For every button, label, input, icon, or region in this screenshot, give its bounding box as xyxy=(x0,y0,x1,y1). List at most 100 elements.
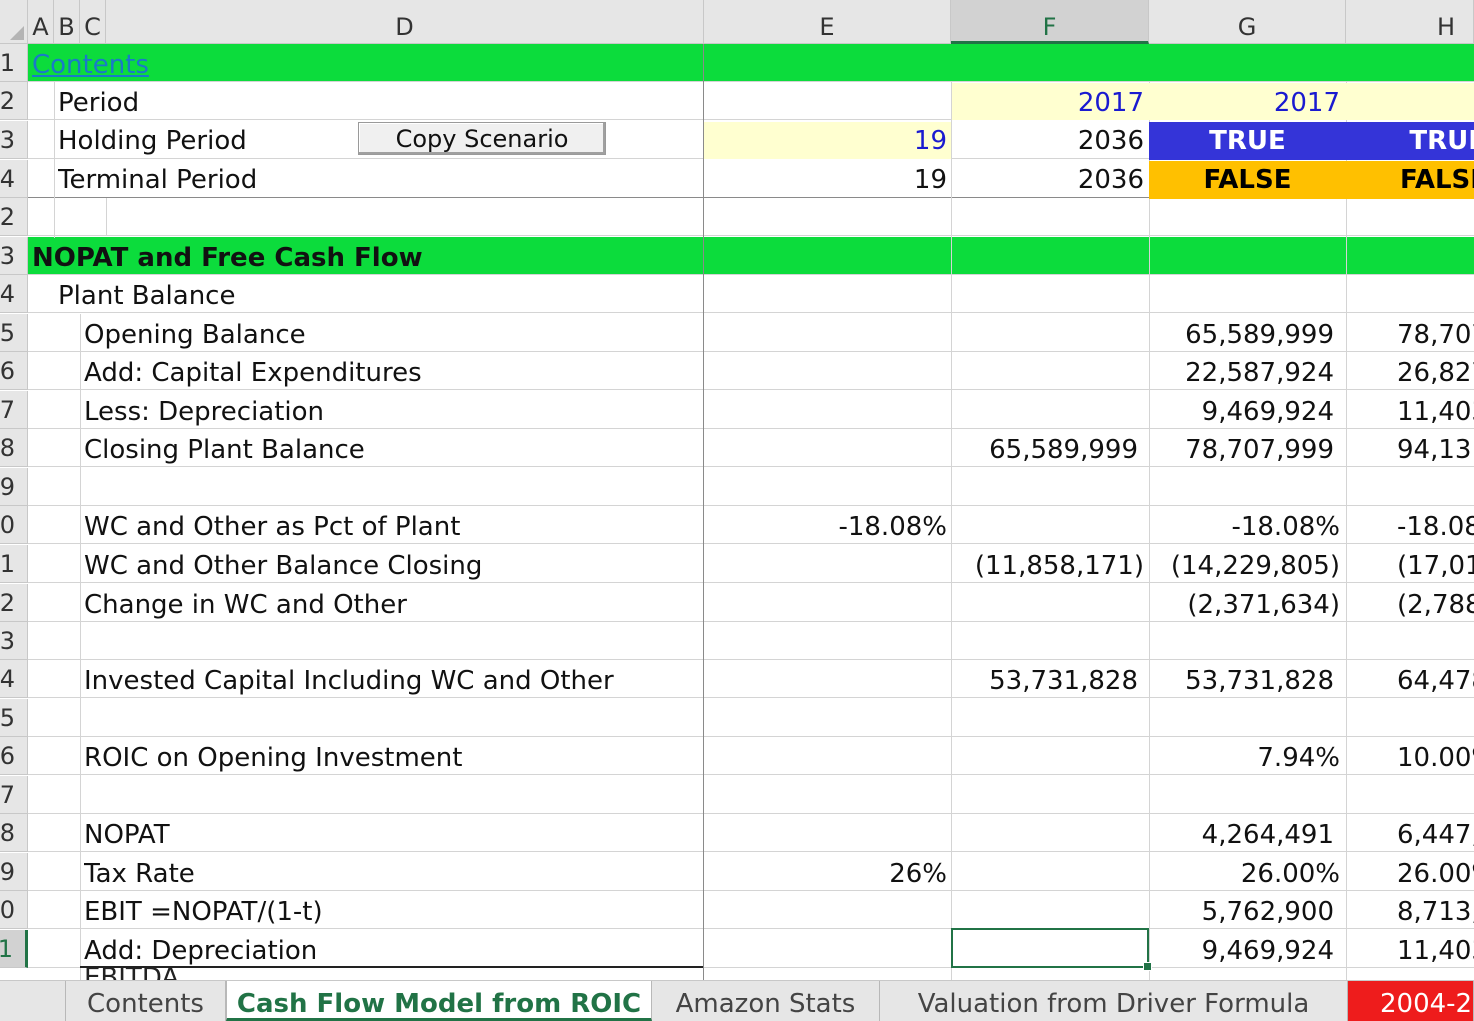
row-header[interactable]: 9 xyxy=(0,853,28,891)
row-header[interactable]: 7 xyxy=(0,391,28,429)
col-header-f[interactable]: F xyxy=(951,0,1149,44)
row-header[interactable]: 9 xyxy=(0,468,28,506)
col-header-h[interactable]: H xyxy=(1346,0,1474,44)
tab-2004[interactable]: 2004-2 xyxy=(1348,981,1474,1021)
holding-label[interactable]: Holding Period xyxy=(58,122,247,160)
invested-g[interactable]: 53,731,828 xyxy=(1150,662,1334,700)
add-depr-h[interactable]: 11,403,924 xyxy=(1397,932,1474,970)
select-all-corner[interactable] xyxy=(0,0,28,44)
row-header[interactable]: 8 xyxy=(0,429,28,467)
invested-h[interactable]: 64,478,000 xyxy=(1397,662,1474,700)
wc-close-h[interactable]: (17,018,000) xyxy=(1397,547,1474,585)
col-header-g[interactable]: G xyxy=(1149,0,1346,44)
nopat-h[interactable]: 6,447,000 xyxy=(1397,816,1474,854)
row-header[interactable]: 4 xyxy=(0,160,28,198)
wc-close-f[interactable]: (11,858,171) xyxy=(952,547,1144,585)
row-header[interactable]: 0 xyxy=(0,506,28,544)
terminal-h[interactable]: FALSE xyxy=(1346,161,1474,199)
closing-f[interactable]: 65,589,999 xyxy=(952,431,1138,469)
closing-g[interactable]: 78,707,999 xyxy=(1150,431,1334,469)
row-header[interactable]: 8 xyxy=(0,814,28,852)
wc-change-label[interactable]: Change in WC and Other xyxy=(84,586,407,624)
terminal-f[interactable]: 2036 xyxy=(952,161,1144,199)
wc-change-g[interactable]: (2,371,634) xyxy=(1150,586,1340,624)
tab-amazon-stats[interactable]: Amazon Stats xyxy=(652,981,880,1021)
holding-h[interactable]: TRUE xyxy=(1346,122,1474,160)
row-header[interactable]: 5 xyxy=(0,314,28,352)
row-header[interactable]: 3 xyxy=(0,237,28,275)
row-header[interactable]: 1 xyxy=(0,930,28,968)
col-header-b[interactable]: B xyxy=(54,0,80,44)
tax-label[interactable]: Tax Rate xyxy=(84,855,195,893)
copy-scenario-button[interactable]: Copy Scenario xyxy=(358,122,606,155)
period-g[interactable]: 2017 xyxy=(1150,84,1340,122)
invested-label[interactable]: Invested Capital Including WC and Other xyxy=(84,662,614,700)
ebit-g[interactable]: 5,762,900 xyxy=(1150,893,1334,931)
tax-g[interactable]: 26.00% xyxy=(1150,855,1340,893)
tax-h[interactable]: 26.00% xyxy=(1397,855,1474,893)
contents-link[interactable]: Contents xyxy=(32,46,149,84)
row-header[interactable]: 7 xyxy=(0,776,28,814)
col-header-a[interactable]: A xyxy=(28,0,54,44)
tax-e[interactable]: 26% xyxy=(704,855,947,893)
closing-h[interactable]: 94,131,999 xyxy=(1397,431,1474,469)
opening-g[interactable]: 65,589,999 xyxy=(1150,316,1334,354)
terminal-label[interactable]: Terminal Period xyxy=(58,161,257,199)
active-cell-selection[interactable] xyxy=(951,928,1152,971)
holding-g[interactable]: TRUE xyxy=(1149,122,1346,160)
col-header-d[interactable]: D xyxy=(106,0,704,44)
nopat-label[interactable]: NOPAT xyxy=(84,816,170,854)
row-header[interactable]: 6 xyxy=(0,737,28,775)
row-header[interactable]: 4 xyxy=(0,275,28,313)
opening-label[interactable]: Opening Balance xyxy=(84,316,306,354)
roic-label[interactable]: ROIC on Opening Investment xyxy=(84,739,462,777)
roic-h[interactable]: 10.00% xyxy=(1397,739,1474,777)
ebit-label[interactable]: EBIT =NOPAT/(1-t) xyxy=(84,893,323,931)
capex-g[interactable]: 22,587,924 xyxy=(1150,354,1334,392)
add-depr-g[interactable]: 9,469,924 xyxy=(1150,932,1334,970)
period-f[interactable]: 2017 xyxy=(952,84,1144,122)
row-header[interactable]: 2 xyxy=(0,82,28,120)
holding-e[interactable]: 19 xyxy=(704,122,947,160)
row-header[interactable]: 5 xyxy=(0,699,28,737)
wc-pct-label[interactable]: WC and Other as Pct of Plant xyxy=(84,508,460,546)
capex-h[interactable]: 26,827,924 xyxy=(1397,354,1474,392)
holding-f[interactable]: 2036 xyxy=(952,122,1144,160)
row-header[interactable]: 4 xyxy=(0,660,28,698)
row-header[interactable]: 0 xyxy=(0,891,28,929)
depr-g[interactable]: 9,469,924 xyxy=(1150,393,1334,431)
row-header[interactable]: 6 xyxy=(0,352,28,390)
closing-label[interactable]: Closing Plant Balance xyxy=(84,431,365,469)
row-header[interactable]: 2 xyxy=(0,198,28,236)
row-header[interactable]: 2 xyxy=(0,584,28,622)
tab-cash-flow-model[interactable]: Cash Flow Model from ROIC xyxy=(226,981,652,1021)
row-header[interactable]: 3 xyxy=(0,622,28,660)
opening-h[interactable]: 78,707,999 xyxy=(1397,316,1474,354)
section-title[interactable]: NOPAT and Free Cash Flow xyxy=(32,239,423,277)
depr-h[interactable]: 11,403,924 xyxy=(1397,393,1474,431)
capex-label[interactable]: Add: Capital Expenditures xyxy=(84,354,422,392)
depr-label[interactable]: Less: Depreciation xyxy=(84,393,324,431)
add-depr-label[interactable]: Add: Depreciation xyxy=(84,932,317,970)
terminal-g[interactable]: FALSE xyxy=(1149,161,1346,199)
period-label[interactable]: Period xyxy=(58,84,139,122)
plant-balance-label[interactable]: Plant Balance xyxy=(58,277,235,315)
wc-change-h[interactable]: (2,788,000) xyxy=(1397,586,1474,624)
col-header-c[interactable]: C xyxy=(80,0,106,44)
invested-f[interactable]: 53,731,828 xyxy=(952,662,1138,700)
tab-scroll-area[interactable] xyxy=(0,981,66,1021)
nopat-g[interactable]: 4,264,491 xyxy=(1150,816,1334,854)
ebit-h[interactable]: 8,713,000 xyxy=(1397,893,1474,931)
row-header[interactable]: 1 xyxy=(0,545,28,583)
wc-close-g[interactable]: (14,229,805) xyxy=(1150,547,1340,585)
row-header[interactable]: 1 xyxy=(0,44,28,82)
col-header-e[interactable]: E xyxy=(704,0,951,44)
terminal-e[interactable]: 19 xyxy=(704,161,947,199)
tab-valuation-driver[interactable]: Valuation from Driver Formula xyxy=(880,981,1348,1021)
row-header[interactable]: 3 xyxy=(0,121,28,159)
wc-pct-g[interactable]: -18.08% xyxy=(1150,508,1340,546)
roic-g[interactable]: 7.94% xyxy=(1150,739,1340,777)
wc-pct-h[interactable]: -18.08% xyxy=(1397,508,1474,546)
wc-pct-e[interactable]: -18.08% xyxy=(704,508,947,546)
wc-close-label[interactable]: WC and Other Balance Closing xyxy=(84,547,482,585)
